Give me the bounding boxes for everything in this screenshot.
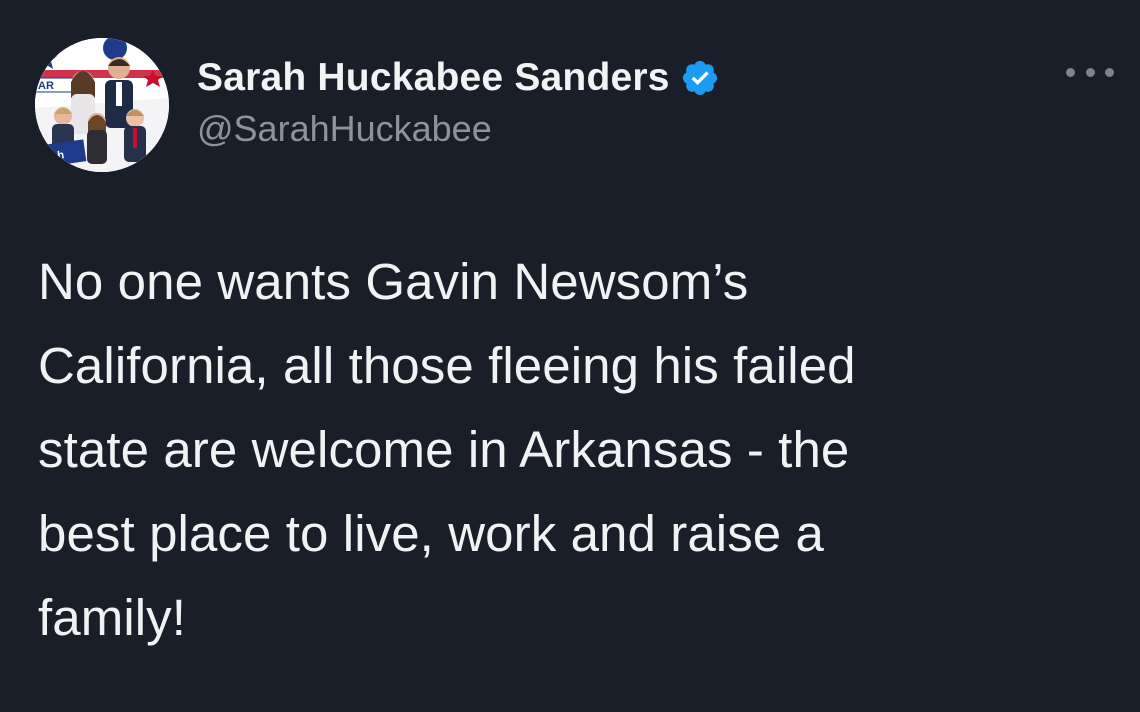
more-dot xyxy=(1085,67,1095,77)
avatar-photo: AR ah xyxy=(35,38,169,172)
tweet-text: No one wants Gavin Newsom’s California, … xyxy=(38,253,856,646)
author-display-name[interactable]: Sarah Huckabee Sanders xyxy=(197,56,670,100)
more-dot xyxy=(1105,67,1114,77)
more-dot xyxy=(1066,67,1075,77)
author-handle[interactable]: @SarahHuckabee xyxy=(197,108,492,150)
verified-badge-icon xyxy=(680,58,720,98)
avatar-sign-top: AR xyxy=(38,80,54,92)
more-options-icon[interactable] xyxy=(1066,60,1114,84)
avatar-sign-bottom: ah xyxy=(51,149,66,163)
author-name-row: Sarah Huckabee Sanders xyxy=(197,52,720,104)
profile-avatar[interactable]: AR ah xyxy=(35,38,169,172)
tweet-card: AR ah Sarah Huckabee Sanders @SarahHucka… xyxy=(0,0,1140,712)
